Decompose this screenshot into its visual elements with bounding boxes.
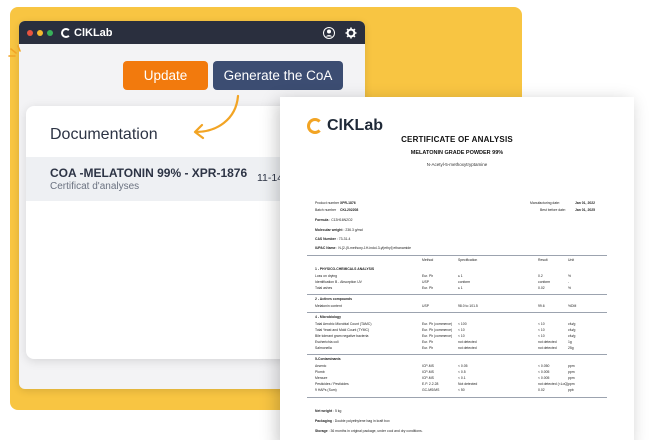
stage: ClKLab Update Generate the CoA Documenta… (0, 0, 660, 440)
app-name: ClKLab (74, 26, 113, 39)
footer-row: Storage : 36 months in original package,… (315, 429, 423, 433)
close-dot[interactable] (27, 29, 33, 36)
meta-row: Formula : C13H16N2O2 (315, 218, 353, 222)
gear-icon[interactable] (345, 27, 357, 39)
certificate-chemical: N-Acetyl-5-methoxytryptamine (426, 162, 488, 167)
logo-ring-icon (307, 118, 323, 134)
curved-arrow-icon (193, 94, 240, 140)
divider (307, 312, 607, 313)
meta-row: CAS Number : 73-31-4 (315, 237, 351, 241)
list-item-subtitle: Certificat d'analyses (50, 181, 140, 192)
logo-ring-icon (61, 27, 71, 38)
section-title: 2 - Actives compounds (315, 297, 352, 301)
column-header: Unit (568, 258, 575, 262)
update-button[interactable]: Update (123, 61, 208, 90)
manufacturing-date: Jan 01, 2022 (575, 201, 595, 205)
certificate-logo-text: ClKLab (327, 117, 383, 134)
footer-row: Packaging : Double polyethylene bag in k… (315, 419, 390, 423)
divider (307, 294, 607, 295)
section-title: 1 - PHYSICO-CHEMICALS ANALYSIS (315, 267, 375, 271)
batch-number-label: Batch number (315, 208, 337, 212)
manufacturing-label: Manufacturing date: (530, 201, 560, 205)
column-header: Specification (458, 258, 478, 262)
footer-row: Net weight : 5 kg (315, 409, 342, 413)
batch-number: CKL202208 (340, 208, 359, 212)
titlebar: ClKLab (19, 21, 365, 44)
product-number: XPR-1876 (340, 201, 356, 205)
sparkle-icon (8, 45, 21, 57)
app-logo: ClKLab (61, 27, 113, 39)
maximize-dot[interactable] (47, 29, 53, 36)
section-title: 5-Contaminants (315, 357, 341, 361)
product-number-label: Product number (315, 201, 340, 205)
certificate-title: CERTIFICATE OF ANALYSIS (401, 135, 513, 144)
window-controls (27, 29, 53, 36)
best-before-date: Jan 01, 2025 (575, 208, 595, 212)
column-header: Method (422, 258, 434, 262)
divider (307, 354, 607, 355)
list-item-title: COA -MELATONIN 99% - XPR-1876 (50, 166, 248, 180)
user-icon[interactable] (323, 26, 335, 39)
best-before-label: Best before date: (540, 208, 566, 212)
meta-row: IUPAC Name : N-[2-(5-methoxy-1H-indol-3-… (315, 246, 412, 250)
column-header: Result (538, 258, 548, 262)
certificate-product: MELATONIN GRADE POWDER 99% (410, 150, 504, 156)
section-title: 4 - Microbiology (315, 315, 341, 319)
certificate-logo: ClKLab (307, 117, 383, 135)
divider (307, 397, 607, 398)
meta-row: Molecular weight : 236.3 g/mol (315, 228, 364, 232)
minimize-dot[interactable] (37, 29, 43, 36)
generate-coa-button[interactable]: Generate the CoA (213, 61, 343, 90)
documentation-title: Documentation (50, 126, 158, 143)
divider (307, 255, 607, 256)
certificate-document: ClKLab CERTIFICATE OF ANALYSIS MELATONIN… (280, 97, 634, 440)
